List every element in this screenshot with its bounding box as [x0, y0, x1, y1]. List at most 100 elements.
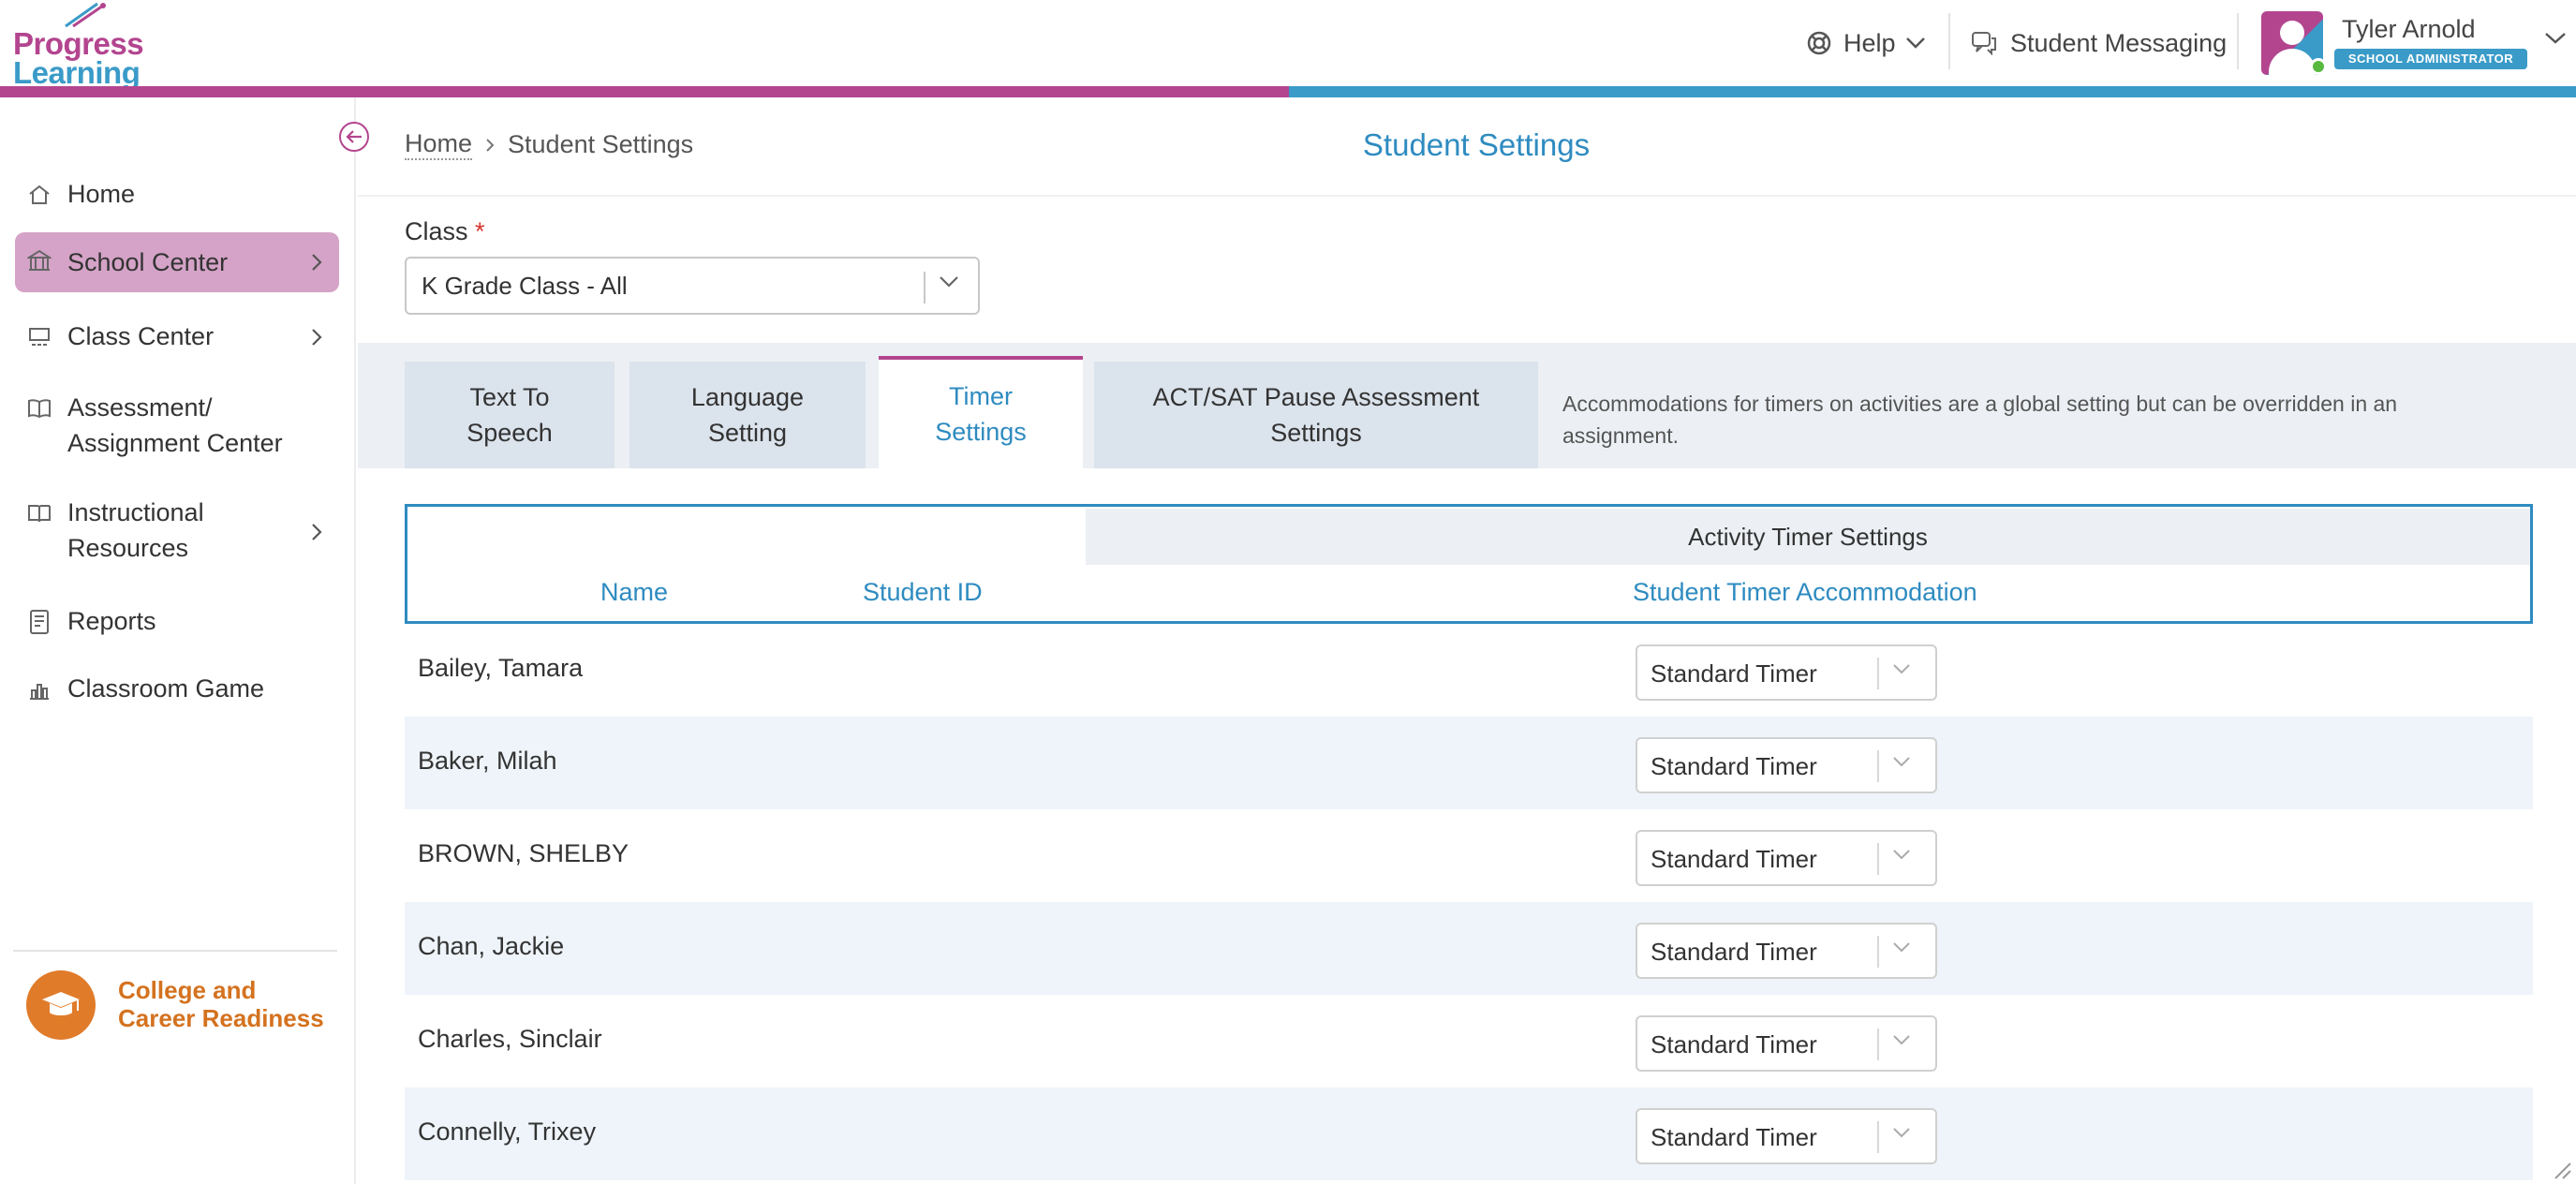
sidebar-item-label: Classroom Game: [67, 674, 265, 703]
student-name: Bailey, Tamara: [418, 654, 584, 682]
chevron-right-icon: [486, 138, 495, 152]
graduation-cap-icon[interactable]: [26, 970, 96, 1040]
select-divider: [1877, 1029, 1879, 1060]
student-messaging-label: Student Messaging: [2010, 28, 2228, 57]
chevron-right-icon: [312, 329, 322, 346]
select-divider: [1877, 658, 1879, 689]
breadcrumb-home-link[interactable]: Home: [405, 129, 473, 160]
timer-accommodation-select[interactable]: Standard Timer: [1636, 830, 1937, 886]
timer-accommodation-select[interactable]: Standard Timer: [1636, 923, 1937, 979]
tab-description: Accommodations for timers on activities …: [1562, 392, 2398, 448]
logo-text-learning: Learning: [13, 55, 141, 90]
sidebar-item-reports[interactable]: Reports: [15, 601, 339, 643]
book-open-icon: [26, 395, 52, 422]
book-icon: [26, 500, 52, 526]
select-divider: [1877, 1121, 1879, 1153]
chevron-right-icon: [312, 254, 322, 271]
column-header-student-id[interactable]: Student ID: [863, 578, 983, 607]
student-name: Charles, Sinclair: [418, 1025, 602, 1053]
header-divider-line: [358, 195, 2576, 197]
student-name: Connelly, Trixey: [418, 1117, 597, 1146]
header-divider: [1948, 13, 1950, 69]
progress-learning-logo[interactable]: Progress Learning: [13, 2, 144, 90]
tab-label: Text To Speech: [466, 383, 553, 447]
activity-timer-settings-group-header: Activity Timer Settings: [1086, 509, 2530, 565]
tab-text-to-speech[interactable]: Text To Speech: [405, 362, 614, 468]
class-label-text: Class: [405, 217, 468, 245]
sidebar-item-instructional-resources[interactable]: Instructional Resources: [15, 493, 339, 571]
table-header: Activity Timer Settings Name Student ID …: [405, 504, 2533, 624]
page-title: Student Settings: [1362, 127, 1591, 162]
sidebar-item-assessment-assignment-center[interactable]: Assessment/ Assignment Center: [15, 388, 339, 466]
brand-color-bar: [0, 86, 2576, 97]
timer-select-value: Standard Timer: [1651, 752, 1817, 780]
sidebar-item-classroom-game[interactable]: Classroom Game: [15, 669, 339, 710]
arrow-left-icon: [346, 130, 362, 143]
sidebar-item-label: Instructional Resources: [67, 498, 204, 562]
collapse-sidebar-button[interactable]: [339, 122, 369, 152]
game-icon: [26, 676, 52, 703]
sidebar-item-school-center[interactable]: School Center: [15, 232, 339, 292]
sidebar-item-label: Reports: [67, 607, 156, 635]
timer-select-value: Standard Timer: [1651, 938, 1817, 966]
sidebar-item-label: Class Center: [67, 322, 215, 350]
chat-icon: [1972, 32, 1996, 55]
timer-accommodation-select[interactable]: Standard Timer: [1636, 1015, 1937, 1072]
home-icon: [26, 182, 52, 208]
column-header-name[interactable]: Name: [600, 578, 668, 607]
tab-timer-settings[interactable]: Timer Settings: [879, 356, 1083, 468]
table-row: Charles, Sinclair Standard Timer: [405, 995, 2533, 1088]
tab-act-sat-pause-assessment-settings[interactable]: ACT/SAT Pause Assessment Settings: [1094, 362, 1538, 468]
tab-label: Timer Settings: [935, 382, 1027, 446]
chevron-down-icon: [940, 276, 958, 288]
breadcrumb-current: Student Settings: [508, 130, 694, 158]
timer-select-value: Standard Timer: [1651, 659, 1817, 688]
table-row: Chan, Jackie Standard Timer: [405, 902, 2533, 995]
chevron-down-icon: [1893, 757, 1910, 767]
sidebar-item-home[interactable]: Home: [15, 174, 339, 215]
tab-label: Language Setting: [690, 383, 805, 447]
table-row: BROWN, SHELBY Standard Timer: [405, 809, 2533, 902]
school-icon: [26, 247, 52, 274]
tab-language-setting[interactable]: Language Setting: [629, 362, 866, 468]
classroom-icon: [26, 324, 52, 350]
user-role-badge: SCHOOL ADMINISTRATOR: [2334, 49, 2527, 69]
ccr-line2: Career Readiness: [118, 1004, 324, 1032]
timer-accommodation-select[interactable]: Standard Timer: [1636, 644, 1937, 701]
college-career-readiness-link[interactable]: College and Career Readiness: [118, 976, 324, 1032]
required-marker: *: [475, 217, 485, 245]
timer-accommodation-select[interactable]: Standard Timer: [1636, 1108, 1937, 1164]
student-messaging-link[interactable]: Student Messaging: [1971, 22, 2227, 64]
ccr-line1: College and: [118, 976, 257, 1004]
sidebar-item-label: Home: [67, 180, 136, 208]
logo-swoosh-icon: [65, 2, 106, 28]
student-name: BROWN, SHELBY: [418, 839, 629, 867]
table-row: Bailey, Tamara Standard Timer: [405, 624, 2533, 717]
select-divider: [1877, 936, 1879, 968]
class-field-label: Class *: [405, 217, 485, 246]
breadcrumb: Home Student Settings: [405, 129, 693, 160]
timer-select-value: Standard Timer: [1651, 1123, 1817, 1151]
table-row: Connelly, Trixey Standard Timer: [405, 1088, 2533, 1180]
timer-accommodation-select[interactable]: Standard Timer: [1636, 737, 1937, 793]
select-divider: [1877, 843, 1879, 875]
sidebar-item-class-center[interactable]: Class Center: [15, 317, 339, 358]
help-label: Help: [1843, 28, 1896, 57]
lifebuoy-icon: [1807, 31, 1831, 55]
class-select-value: K Grade Class - All: [422, 272, 628, 300]
chevron-down-icon: [1893, 1128, 1910, 1138]
user-menu-chevron-down-icon[interactable]: [2544, 32, 2567, 45]
resize-handle-icon[interactable]: [2550, 1158, 2572, 1180]
student-name: Chan, Jackie: [418, 932, 565, 960]
chevron-down-icon: [1893, 1035, 1910, 1045]
chevron-down-icon: [1893, 942, 1910, 953]
chevron-down-icon: [1893, 850, 1910, 860]
top-header: Progress Learning Help Student Messaging…: [0, 0, 2576, 90]
header-divider: [2237, 13, 2239, 69]
help-menu[interactable]: Help: [1806, 22, 1926, 64]
class-select[interactable]: K Grade Class - All: [405, 257, 980, 315]
sidebar-divider: [13, 950, 337, 952]
report-icon: [26, 609, 52, 635]
chevron-down-icon: [1893, 664, 1910, 674]
column-header-student-timer-accommodation: Student Timer Accommodation: [1633, 578, 1977, 606]
